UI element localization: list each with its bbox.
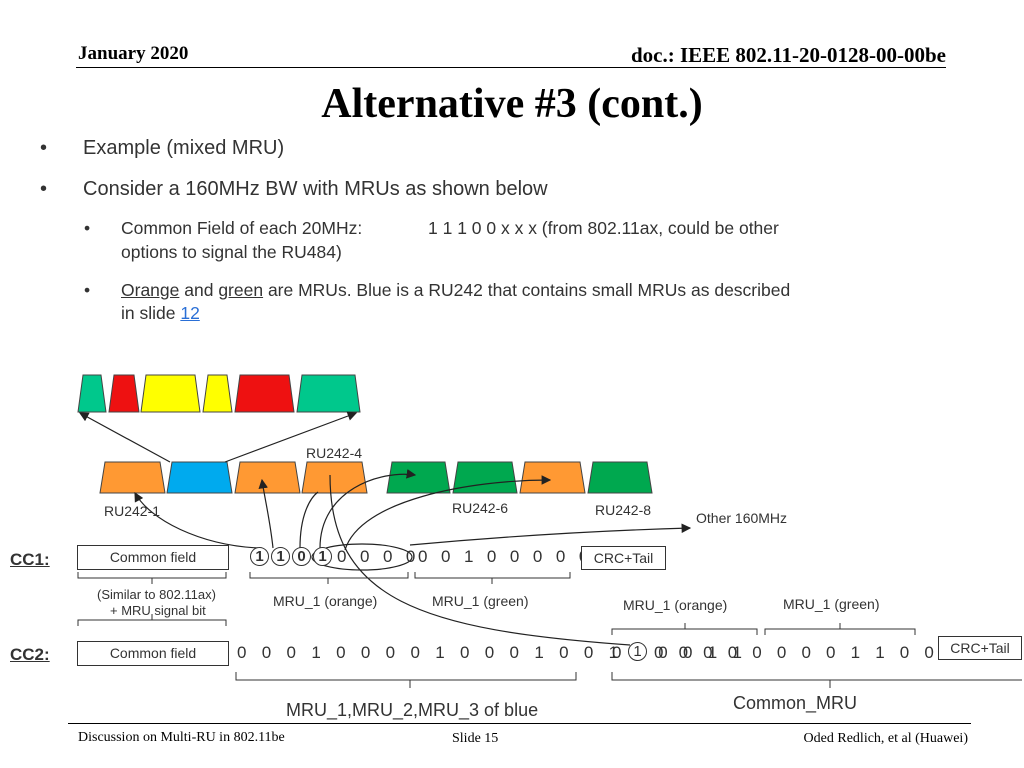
arrow-bit1	[134, 491, 259, 549]
cc1-green-bits: 0 0 1 0 0 0 0 0	[418, 547, 593, 566]
cc1-label: CC1:	[10, 550, 50, 569]
circled-bit: 0	[292, 547, 311, 566]
arrow-left	[78, 412, 171, 463]
circled-bit: 1	[250, 547, 269, 566]
cc1-crc-tail: CRC+Tail	[581, 546, 666, 570]
sub-ru-block	[234, 374, 295, 413]
sub-ru-block	[140, 374, 201, 413]
slide: January 2020 doc.: IEEE 802.11-20-0128-0…	[0, 0, 1024, 768]
sub-ru-block	[296, 374, 361, 413]
footer-left: Discussion on Multi-RU in 802.11be	[78, 730, 285, 745]
ru242-block	[587, 461, 653, 494]
sub-ru-block	[202, 374, 233, 413]
cc2-label: CC2:	[10, 645, 50, 664]
ru242-block	[452, 461, 518, 494]
ru242-block	[386, 461, 451, 494]
circled-bit: 1	[313, 547, 332, 566]
circled-bit: 1	[271, 547, 290, 566]
cc1-note-2: + MRU signal bit	[110, 603, 206, 618]
cc2-mid-bit: 0	[612, 643, 626, 662]
cc1-common-field: Common field	[77, 545, 229, 570]
cc1-mru-green: MRU_1 (green)	[432, 593, 529, 609]
arrow-other	[409, 523, 692, 546]
blue-mru-label: MRU_1,MRU_2,MRU_3 of blue	[286, 700, 539, 720]
other-160mhz-label: Other 160MHz	[696, 510, 788, 526]
arrow-bit3	[299, 491, 319, 549]
ru242-4-label: RU242-4	[306, 445, 363, 461]
cc1-note-1: (Similar to 802.11ax)	[97, 587, 216, 602]
ru242-1-label: RU242-1	[104, 503, 161, 519]
common-mru-label: Common_MRU	[733, 693, 858, 713]
cc2-circled-bit: 1	[628, 642, 647, 661]
ru242-block	[301, 461, 368, 494]
cc2-crc-tail: CRC+Tail	[938, 636, 1022, 660]
ru242-block	[99, 461, 166, 494]
cc1-orange-bits: 0 0 0 0	[337, 547, 420, 566]
cc2-mru-orange: MRU_1 (orange)	[623, 597, 728, 613]
footer-right: Oded Redlich, et al (Huawei)	[803, 731, 968, 746]
arrow-green	[344, 475, 552, 551]
ru242-block	[519, 461, 586, 494]
cc2-common-field: Common field	[77, 641, 229, 666]
braces	[77, 572, 1022, 688]
cc1-mru-orange: MRU_1 (orange)	[273, 593, 378, 609]
sub-ru-block	[77, 374, 107, 413]
sub-ru-block	[108, 374, 140, 413]
footer-center: Slide 15	[452, 731, 499, 746]
footer-rule	[68, 723, 971, 724]
ru242-6-label: RU242-6	[452, 500, 509, 516]
cc1-circled-bits: 1 1 0 1	[250, 547, 332, 566]
ru242-8-label: RU242-8	[595, 502, 652, 518]
ru242-block	[166, 461, 233, 494]
cc2-mru-green: MRU_1 (green)	[783, 596, 880, 612]
ru242-block	[234, 461, 301, 494]
